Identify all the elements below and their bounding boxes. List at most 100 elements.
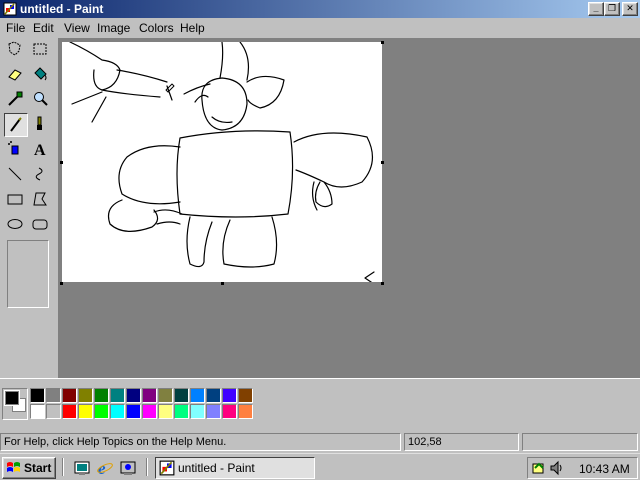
start-label: Start xyxy=(24,461,52,475)
tool-options-box[interactable] xyxy=(7,240,49,308)
eraser-tool[interactable] xyxy=(4,63,28,87)
paint-app-icon xyxy=(159,460,175,476)
palette-color-swatch[interactable] xyxy=(78,388,93,403)
palette-color-swatch[interactable] xyxy=(238,388,253,403)
palette-color-swatch[interactable] xyxy=(94,388,109,403)
menu-bar: File Edit View Image Colors Help xyxy=(0,18,640,38)
foreground-color-swatch xyxy=(5,391,19,405)
svg-text:A: A xyxy=(34,142,46,158)
rounded-rectangle-tool[interactable] xyxy=(29,213,53,237)
polygon-icon xyxy=(33,192,47,206)
palette-color-swatch[interactable] xyxy=(142,404,157,419)
palette-color-swatch[interactable] xyxy=(158,388,173,403)
line-tool[interactable] xyxy=(4,163,28,187)
select-icon xyxy=(33,43,47,55)
curve-icon xyxy=(35,167,43,181)
palette-color-swatch[interactable] xyxy=(222,404,237,419)
menu-colors[interactable]: Colors xyxy=(139,21,174,35)
palette-color-swatch[interactable] xyxy=(222,388,237,403)
text-icon: A xyxy=(34,142,46,158)
airbrush-tool[interactable] xyxy=(4,138,28,162)
status-bar: For Help, click Help Topics on the Help … xyxy=(0,431,640,452)
menu-help[interactable]: Help xyxy=(180,21,205,35)
magnifier-tool[interactable] xyxy=(29,88,53,112)
system-tray: 10:43 AM xyxy=(527,457,638,479)
palette-color-swatch[interactable] xyxy=(30,404,45,419)
menu-edit[interactable]: Edit xyxy=(33,21,54,35)
palette-color-swatch[interactable] xyxy=(126,388,141,403)
channels-icon[interactable] xyxy=(119,459,137,477)
pencil-tool[interactable] xyxy=(4,113,28,137)
show-desktop-icon[interactable] xyxy=(73,459,91,477)
palette-color-swatch[interactable] xyxy=(206,404,221,419)
menu-file[interactable]: File xyxy=(6,21,25,35)
current-colors[interactable] xyxy=(2,388,28,420)
fill-bucket-icon xyxy=(34,67,47,81)
start-button[interactable]: Start xyxy=(2,457,56,479)
drawing-canvas[interactable] xyxy=(62,41,382,285)
windows-logo-icon xyxy=(7,462,20,472)
palette-color-swatch[interactable] xyxy=(174,388,189,403)
palette-color-swatch[interactable] xyxy=(46,388,61,403)
select-tool[interactable] xyxy=(29,38,53,62)
palette-color-swatch[interactable] xyxy=(46,404,61,419)
palette-color-swatch[interactable] xyxy=(206,388,221,403)
palette-color-swatch[interactable] xyxy=(190,404,205,419)
palette-color-swatch[interactable] xyxy=(142,388,157,403)
restore-button[interactable]: ❐ xyxy=(604,2,620,16)
pencil-icon xyxy=(10,117,22,132)
palette-color-swatch[interactable] xyxy=(78,404,93,419)
free-form-select-tool[interactable] xyxy=(4,38,28,62)
brush-icon xyxy=(37,116,42,130)
minimize-button[interactable]: _ xyxy=(588,2,604,16)
status-help-text: For Help, click Help Topics on the Help … xyxy=(0,433,401,451)
ellipse-icon xyxy=(7,219,23,229)
taskbar-paint-button[interactable]: untitled - Paint xyxy=(155,457,315,479)
resize-handle-bottom-left[interactable] xyxy=(60,282,63,285)
taskbar-paint-label: untitled - Paint xyxy=(178,461,255,475)
palette-color-swatch[interactable] xyxy=(110,388,125,403)
palette-color-swatch[interactable] xyxy=(158,404,173,419)
close-icon: ✕ xyxy=(626,3,634,13)
rectangle-tool[interactable] xyxy=(4,188,28,212)
magnifier-icon xyxy=(34,92,48,106)
brush-tool[interactable] xyxy=(29,113,53,137)
palette-color-swatch[interactable] xyxy=(94,404,109,419)
rectangle-icon xyxy=(7,194,23,205)
text-tool[interactable]: A xyxy=(29,138,53,162)
palette-color-swatch[interactable] xyxy=(190,388,205,403)
palette-color-swatch[interactable] xyxy=(62,404,77,419)
internet-explorer-icon[interactable]: e xyxy=(96,459,114,477)
palette-color-swatch[interactable] xyxy=(30,388,45,403)
eyedropper-icon xyxy=(8,91,23,106)
resize-handle-bottom[interactable] xyxy=(221,282,224,285)
clock[interactable]: 10:43 AM xyxy=(579,462,630,476)
free-form-select-icon xyxy=(8,41,21,56)
menu-view[interactable]: View xyxy=(64,21,90,35)
ellipse-tool[interactable] xyxy=(4,213,28,237)
status-size xyxy=(522,433,638,451)
fill-tool[interactable] xyxy=(29,63,53,87)
polygon-tool[interactable] xyxy=(29,188,53,212)
palette-color-swatch[interactable] xyxy=(110,404,125,419)
volume-icon[interactable] xyxy=(549,460,565,476)
resize-handle-right[interactable] xyxy=(381,161,384,164)
restore-icon: ❐ xyxy=(607,3,617,13)
curve-tool[interactable] xyxy=(29,163,53,187)
scheduler-icon[interactable] xyxy=(531,460,547,476)
palette-color-swatch[interactable] xyxy=(62,388,77,403)
resize-handle-left[interactable] xyxy=(60,161,63,164)
title-bar[interactable]: untitled - Paint _ ❐ ✕ xyxy=(0,0,640,18)
palette-color-swatch[interactable] xyxy=(126,404,141,419)
close-button[interactable]: ✕ xyxy=(622,2,638,16)
airbrush-icon xyxy=(8,141,19,155)
resize-handle-top-right[interactable] xyxy=(381,41,384,44)
menu-image[interactable]: Image xyxy=(97,21,130,35)
pick-color-tool[interactable] xyxy=(4,88,28,112)
eraser-icon xyxy=(8,69,22,81)
palette-color-swatch[interactable] xyxy=(174,404,189,419)
taskbar-separator xyxy=(146,458,148,476)
resize-handle-bottom-right[interactable] xyxy=(381,282,384,285)
drawing xyxy=(69,41,375,285)
palette-color-swatch[interactable] xyxy=(238,404,253,419)
